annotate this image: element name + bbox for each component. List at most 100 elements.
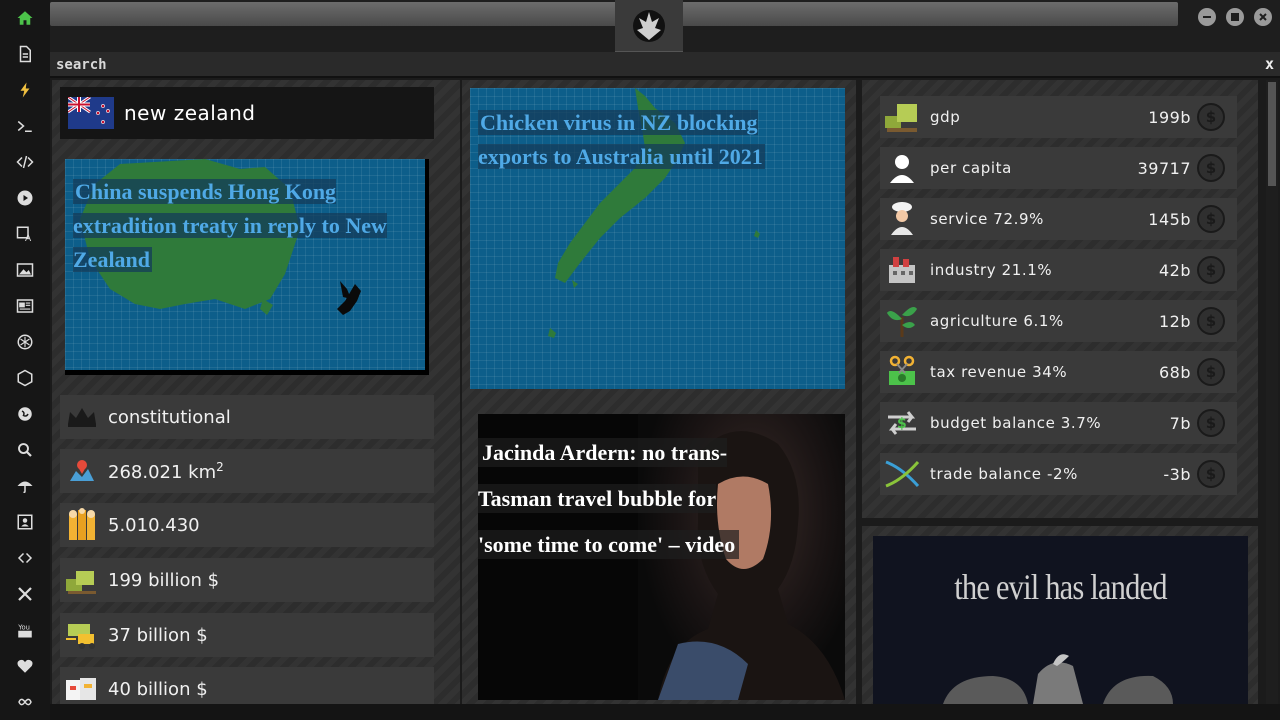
search-icon[interactable] [13, 438, 37, 462]
crown-icon [64, 401, 100, 433]
shipping-box-icon [64, 673, 100, 705]
link-icon[interactable] [13, 546, 37, 570]
ad-artwork [943, 654, 1173, 704]
heart-icon[interactable] [13, 654, 37, 678]
trade-cross-icon [882, 456, 922, 492]
rebel-logo-icon [633, 10, 665, 42]
vertical-scrollbar[interactable] [1266, 80, 1278, 704]
news-headline: Jacinda Ardern: no trans-Tasman travel b… [478, 430, 758, 568]
econ-value: 42b [1158, 260, 1191, 280]
minimize-button[interactable] [1198, 8, 1216, 26]
hexagon-icon[interactable] [13, 366, 37, 390]
news-video-card[interactable]: Jacinda Ardern: no trans-Tasman travel b… [478, 414, 845, 700]
econ-label: agriculture 6.1% [930, 312, 1064, 330]
forklift-money-icon [64, 619, 100, 651]
money-stack-icon [64, 564, 100, 596]
stat-text: 199 billion $ [108, 569, 220, 591]
country-header[interactable]: new zealand [60, 87, 434, 139]
image-icon[interactable] [13, 258, 37, 282]
dollar-icon[interactable]: $ [1197, 409, 1225, 437]
econ-label: gdp [930, 108, 961, 126]
dollar-icon[interactable]: $ [1197, 358, 1225, 386]
contact-card-icon[interactable] [13, 510, 37, 534]
factory-icon [882, 252, 922, 288]
scissors-money-icon [882, 354, 922, 390]
infinity-icon[interactable] [13, 690, 37, 714]
econ-row-budget-balance: $ budget balance 3.7% 7b $ [880, 402, 1237, 444]
svg-text:A: A [25, 234, 32, 243]
econ-value: 199b [1148, 107, 1191, 127]
econ-value: 12b [1158, 311, 1191, 331]
econ-row-trade-balance: trade balance -2% -3b $ [880, 453, 1237, 495]
svg-text:You: You [17, 623, 30, 631]
stat-row-population: 5.010.430 [60, 503, 434, 547]
econ-row-gdp: gdp 199b $ [880, 96, 1237, 138]
home-icon[interactable] [13, 6, 37, 30]
translate-icon[interactable]: A [13, 222, 37, 246]
econ-label: tax revenue 34% [930, 363, 1068, 381]
stat-row-imports: 37 billion $ [60, 613, 434, 657]
population-icon [64, 508, 100, 541]
stat-text: 40 billion $ [108, 678, 208, 700]
map-pin-icon [64, 455, 100, 487]
dollar-icon[interactable]: $ [1197, 205, 1225, 233]
code-icon[interactable] [13, 150, 37, 174]
balance-arrows-icon: $ [882, 405, 922, 441]
play-icon[interactable] [13, 186, 37, 210]
person-icon [882, 150, 922, 186]
stat-text: 37 billion $ [108, 624, 208, 646]
econ-row-service: service 72.9% 145b $ [880, 198, 1237, 240]
econ-value: 145b [1148, 209, 1191, 229]
close-window-button[interactable] [1254, 8, 1272, 26]
chef-icon [882, 201, 922, 237]
econ-label: industry 21.1% [930, 261, 1053, 279]
dollar-icon[interactable]: $ [1197, 103, 1225, 131]
econ-value: -3b [1163, 464, 1191, 484]
scrollbar-thumb[interactable] [1268, 82, 1276, 186]
econ-value: 68b [1158, 362, 1191, 382]
terminal-icon[interactable] [13, 114, 37, 138]
stat-row-government: constitutional [60, 395, 434, 439]
econ-label: per capita [930, 159, 1012, 177]
newspaper-icon[interactable] [13, 294, 37, 318]
svg-text:$: $ [897, 416, 907, 432]
econ-row-agriculture: agriculture 6.1% 12b $ [880, 300, 1237, 342]
stat-row-area: 268.021 km2 [60, 449, 434, 493]
econ-label: service 72.9% [930, 210, 1044, 228]
econ-label: budget balance 3.7% [930, 414, 1102, 432]
maximize-button[interactable] [1226, 8, 1244, 26]
dollar-icon[interactable]: $ [1197, 307, 1225, 335]
map-news-card-left[interactable]: China suspends Hong Kong extradition tre… [65, 159, 429, 375]
search-input[interactable] [56, 56, 1246, 74]
title-bar [50, 0, 1280, 52]
econ-value: 7b [1169, 413, 1191, 433]
globe-icon[interactable] [13, 402, 37, 426]
umbrella-icon[interactable] [13, 474, 37, 498]
movie-ad-card[interactable]: the evil has landed [873, 536, 1248, 704]
youtube-icon[interactable]: You [13, 618, 37, 642]
econ-row-tax-revenue: tax revenue 34% 68b $ [880, 351, 1237, 393]
econ-row-industry: industry 21.1% 42b $ [880, 249, 1237, 291]
document-icon[interactable] [13, 42, 37, 66]
sidebar-rail: A You [0, 0, 50, 720]
map-headline-left: China suspends Hong Kong extradition tre… [73, 179, 387, 272]
search-bar: x [50, 52, 1280, 78]
econ-value: 39717 [1137, 158, 1191, 178]
rebel-icon[interactable] [13, 330, 37, 354]
dollar-icon[interactable]: $ [1197, 460, 1225, 488]
dollar-icon[interactable]: $ [1197, 154, 1225, 182]
money-stack-icon [882, 99, 922, 135]
dollar-icon[interactable]: $ [1197, 256, 1225, 284]
lightning-icon[interactable] [13, 78, 37, 102]
search-close-button[interactable]: x [1265, 55, 1274, 73]
logo-tab[interactable] [615, 0, 683, 52]
expand-icon[interactable] [13, 582, 37, 606]
stat-row-gdp: 199 billion $ [60, 558, 434, 602]
stat-text: 5.010.430 [108, 514, 200, 536]
nz-flag-icon [68, 97, 114, 129]
stat-text: 268.021 km2 [108, 459, 224, 483]
address-field[interactable] [50, 2, 1178, 26]
plant-icon [882, 303, 922, 339]
bottom-bar [50, 704, 1280, 720]
map-news-card-right[interactable]: Chicken virus in NZ blocking exports to … [470, 88, 845, 389]
